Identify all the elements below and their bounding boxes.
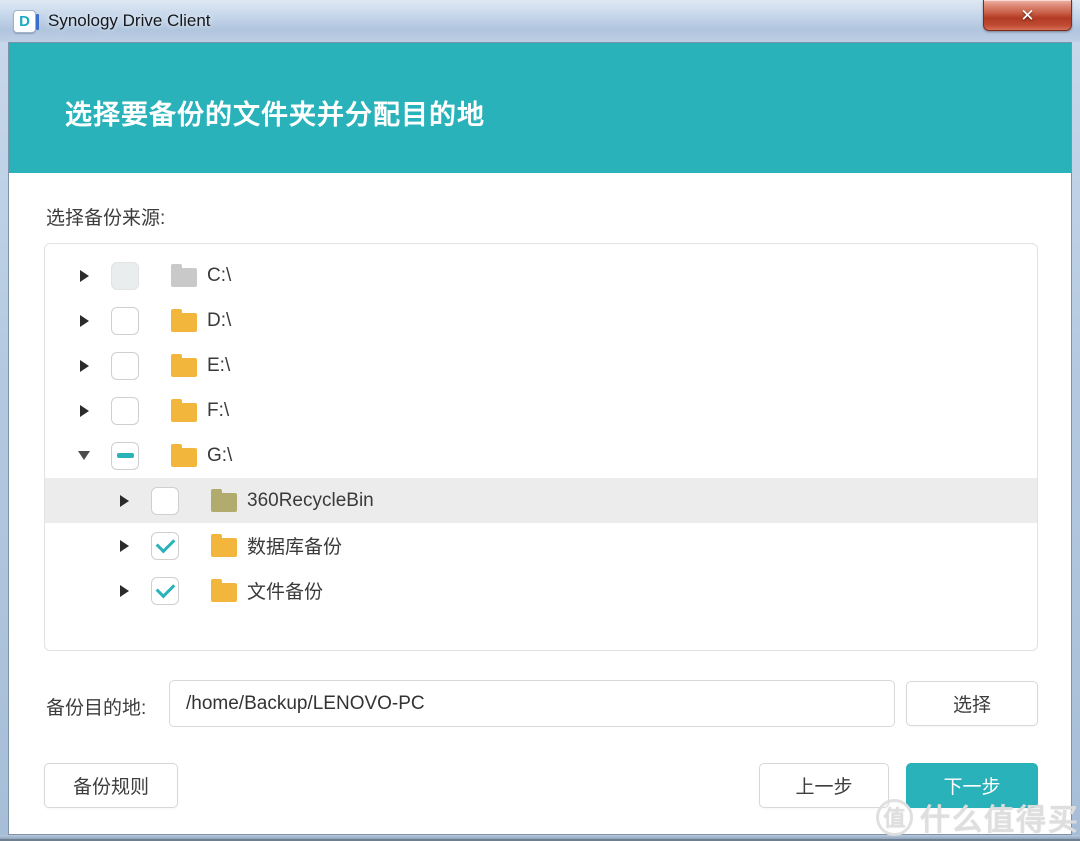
client-area: 选择要备份的文件夹并分配目的地 选择备份来源: C:\ D:\ E:\ F:\ G:\ 3… — [8, 42, 1072, 835]
browse-button[interactable]: 选择 — [906, 681, 1038, 726]
folder-checkbox[interactable] — [151, 577, 179, 605]
folder-icon — [171, 403, 197, 422]
folder-icon — [171, 313, 197, 332]
triangle-glyph — [80, 270, 89, 282]
folder-icon — [211, 538, 237, 557]
close-icon: ✕ — [1020, 7, 1034, 24]
triangle-glyph — [120, 585, 129, 597]
folder-checkbox[interactable] — [111, 397, 139, 425]
tree-row[interactable]: 数据库备份 — [45, 523, 1037, 568]
folder-icon — [211, 583, 237, 602]
tree-row[interactable]: 360RecycleBin — [45, 478, 1037, 523]
expand-arrow-icon[interactable] — [117, 494, 131, 508]
backup-rules-button[interactable]: 备份规则 — [44, 763, 178, 808]
tree-item-label: E:\ — [207, 355, 230, 377]
triangle-glyph — [80, 405, 89, 417]
tree-item-label: G:\ — [207, 445, 232, 467]
triangle-glyph — [78, 451, 90, 460]
folder-icon — [171, 358, 197, 377]
triangle-glyph — [120, 495, 129, 507]
tree-item-label: F:\ — [207, 400, 229, 422]
triangle-glyph — [120, 540, 129, 552]
folder-icon — [171, 268, 197, 287]
back-button[interactable]: 上一步 — [759, 763, 889, 808]
triangle-glyph — [80, 315, 89, 327]
logo-bar — [36, 14, 39, 30]
window-bottom-edge — [0, 835, 1080, 841]
next-button[interactable]: 下一步 — [906, 763, 1038, 808]
logo-letter: D — [19, 14, 30, 29]
expand-arrow-icon[interactable] — [77, 269, 91, 283]
folder-checkbox[interactable] — [151, 532, 179, 560]
expand-arrow-icon[interactable] — [117, 584, 131, 598]
expand-arrow-icon[interactable] — [77, 359, 91, 373]
tree-row[interactable]: C:\ — [45, 253, 1037, 298]
close-button[interactable]: ✕ — [983, 0, 1072, 31]
destination-path-input[interactable] — [169, 680, 895, 727]
page-title: 选择要备份的文件夹并分配目的地 — [65, 93, 485, 132]
folder-checkbox[interactable] — [111, 307, 139, 335]
folder-checkbox[interactable] — [151, 487, 179, 515]
tree-row[interactable]: 文件备份 — [45, 568, 1037, 613]
expand-arrow-icon[interactable] — [117, 539, 131, 553]
triangle-glyph — [80, 360, 89, 372]
folder-icon — [171, 448, 197, 467]
folder-checkbox — [111, 262, 139, 290]
synology-drive-logo-icon: D — [13, 10, 36, 33]
tree-item-label: 360RecycleBin — [247, 490, 374, 512]
tree-item-label: 数据库备份 — [247, 532, 342, 559]
destination-label: 备份目的地: — [46, 693, 146, 720]
collapse-arrow-icon[interactable] — [77, 449, 91, 463]
folder-tree: C:\ D:\ E:\ F:\ G:\ 360RecycleBin 数据库备份文件备份 — [44, 243, 1038, 651]
expand-arrow-icon[interactable] — [77, 404, 91, 418]
tree-row[interactable]: D:\ — [45, 298, 1037, 343]
wizard-header: 选择要备份的文件夹并分配目的地 — [9, 43, 1071, 173]
title-bar: D Synology Drive Client ✕ — [0, 0, 1080, 42]
tree-row[interactable]: F:\ — [45, 388, 1037, 433]
tree-row[interactable]: E:\ — [45, 343, 1037, 388]
folder-checkbox[interactable] — [111, 442, 139, 470]
source-label: 选择备份来源: — [46, 203, 165, 230]
folder-icon — [211, 493, 237, 512]
folder-checkbox[interactable] — [111, 352, 139, 380]
tree-row[interactable]: G:\ — [45, 433, 1037, 478]
tree-item-label: D:\ — [207, 310, 231, 332]
window-title: Synology Drive Client — [48, 11, 211, 31]
tree-item-label: C:\ — [207, 265, 231, 287]
expand-arrow-icon[interactable] — [77, 314, 91, 328]
tree-item-label: 文件备份 — [247, 577, 323, 604]
